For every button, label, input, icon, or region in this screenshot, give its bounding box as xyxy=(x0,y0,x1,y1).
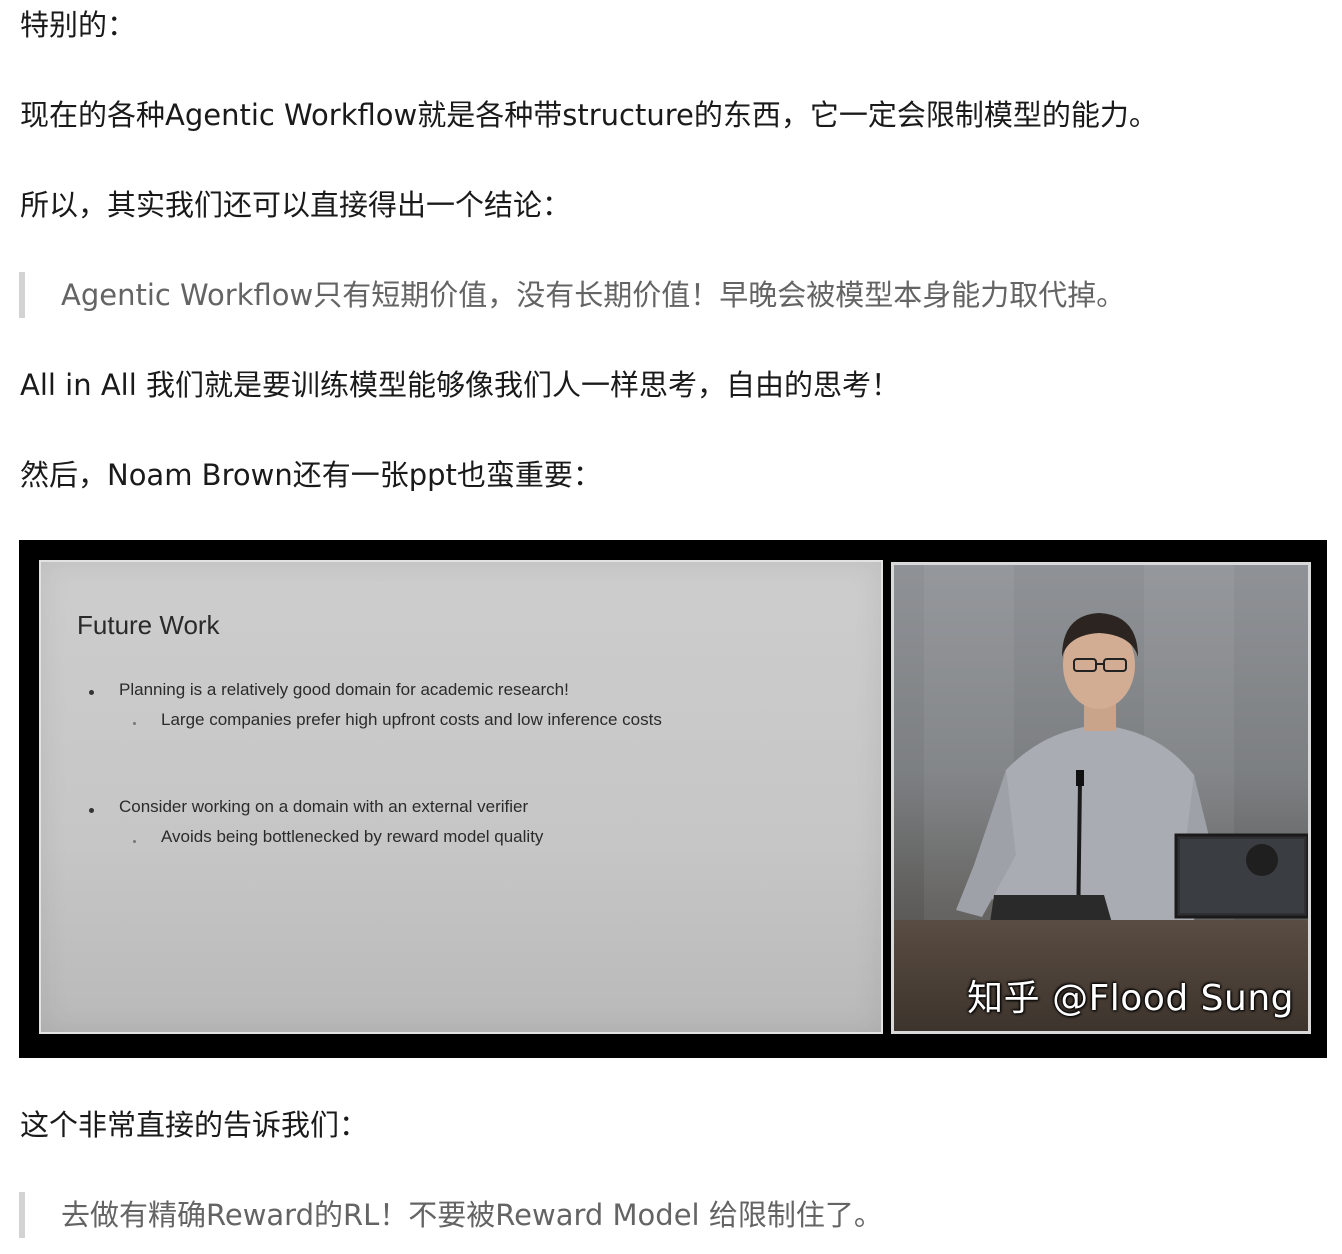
bullet-dot xyxy=(89,690,94,695)
blockquote-precise-reward: 去做有精确Reward的RL！不要被Reward Model 给限制住了。 xyxy=(19,1192,883,1238)
paragraph-all-in-all: All in All 我们就是要训练模型能够像我们人一样思考，自由的思考！ xyxy=(20,368,900,402)
slide-sub-bullet-2: Avoids being bottlenecked by reward mode… xyxy=(161,827,544,846)
slide-title: Future Work xyxy=(77,610,220,640)
speaker-video: 知乎 @Flood Sung xyxy=(891,562,1311,1034)
lecture-screenshot: Future Work Planning is a relatively goo… xyxy=(19,540,1327,1058)
paragraph-special: 特别的： xyxy=(20,8,137,42)
blockquote-short-term-value: Agentic Workflow只有短期价值，没有长期价值！早晚会被模型本身能力… xyxy=(19,272,1125,318)
slide-panel: Future Work Planning is a relatively goo… xyxy=(39,560,883,1034)
paragraph-conclusion-intro: 所以，其实我们还可以直接得出一个结论： xyxy=(20,188,572,222)
paragraph-noam-brown: 然后，Noam Brown还有一张ppt也蛮重要： xyxy=(20,458,602,492)
slide-sub-bullet-1: Large companies prefer high upfront cost… xyxy=(161,710,662,729)
bullet-dot xyxy=(89,808,94,813)
slide-bullet-1: Planning is a relatively good domain for… xyxy=(119,680,569,699)
sub-bullet-dot xyxy=(133,722,136,725)
paragraph-agentic-workflow: 现在的各种Agentic Workflow就是各种带structure的东西，它… xyxy=(20,98,1158,132)
paragraph-tells-us: 这个非常直接的告诉我们： xyxy=(20,1108,369,1142)
blockquote-text: 去做有精确Reward的RL！不要被Reward Model 给限制住了。 xyxy=(61,1198,883,1232)
sub-bullet-dot xyxy=(133,840,136,843)
blockquote-text: Agentic Workflow只有短期价值，没有长期价值！早晚会被模型本身能力… xyxy=(61,278,1126,312)
slide-bullet-2: Consider working on a domain with an ext… xyxy=(119,797,529,816)
watermark-text: 知乎 @Flood Sung xyxy=(967,978,1294,1019)
